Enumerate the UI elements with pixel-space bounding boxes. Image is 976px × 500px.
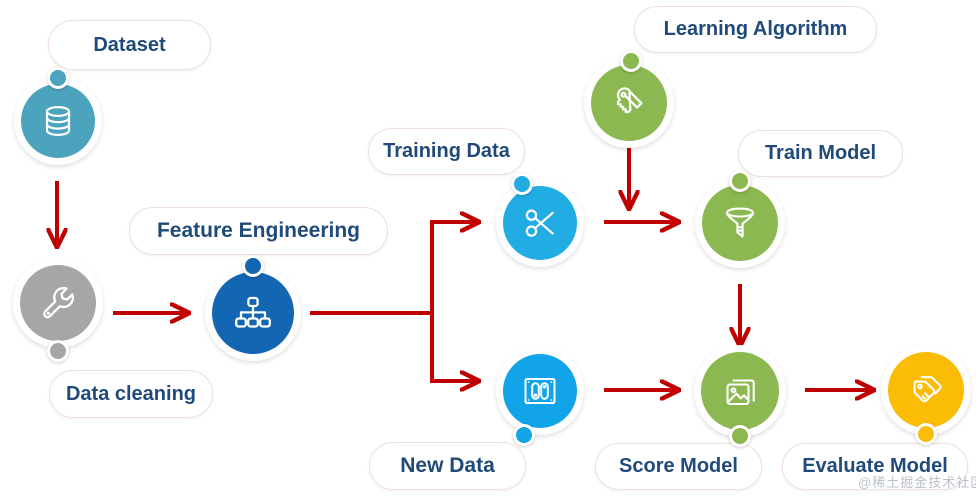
node-score-model[interactable] [694,345,786,447]
watermark: @稀土掘金技术社区 [858,475,976,490]
label-data-cleaning[interactable]: Data cleaning [49,370,213,418]
node-new-data-disc [503,354,577,428]
diagram-canvas: Dataset Data cleaning Feature Engineerin… [0,0,976,500]
hierarchy-icon [235,296,271,328]
switch-panel-icon [524,378,556,404]
node-new-data[interactable] [496,347,584,446]
node-dataset-anchor-dot [47,67,69,89]
images-icon [726,379,755,406]
label-new-data-text: New Data [400,454,495,477]
node-dataset-disc [21,84,95,158]
node-train-model-anchor-dot [729,170,751,192]
tags-icon [913,376,942,403]
label-dataset[interactable]: Dataset [48,20,211,70]
node-score-model-anchor-dot [729,425,751,447]
node-data-cleaning[interactable] [13,258,103,362]
label-data-cleaning-text: Data cleaning [65,382,197,405]
label-train-model-text: Train Model [764,142,877,164]
node-data-cleaning-anchor-dot [47,340,69,362]
label-score-model[interactable]: Score Model [595,443,762,490]
node-train-model[interactable] [695,170,785,268]
label-learning-algorithm[interactable]: Learning Algorithm [634,6,877,53]
label-feature-engineering-text: Feature Engineering [156,219,361,242]
label-feature-engineering[interactable]: Feature Engineering [129,207,388,255]
node-training-data-disc [503,186,577,260]
node-learning-algorithm[interactable] [584,50,674,148]
label-training-data-text: Training Data [383,140,510,162]
key-icon [616,87,643,114]
node-score-model-disc [701,352,779,430]
node-training-data-anchor-dot [511,173,533,195]
node-feature-engineering-disc [212,272,294,354]
node-train-model-disc [702,185,778,261]
node-feature-engineering[interactable] [205,255,301,361]
wrench-icon [43,286,74,319]
node-feature-engineering-anchor-dot [242,255,264,277]
node-learning-algorithm-anchor-dot [620,50,642,72]
label-learning-algorithm-text: Learning Algorithm [663,18,848,40]
node-data-cleaning-disc [20,265,96,341]
node-evaluate-model-anchor-dot [915,423,937,445]
node-training-data[interactable] [496,173,584,267]
node-learning-algorithm-disc [591,65,667,141]
label-score-model-text: Score Model [619,455,738,477]
label-training-data[interactable]: Training Data [368,128,525,175]
label-train-model[interactable]: Train Model [738,130,903,177]
node-dataset[interactable] [14,67,102,165]
node-evaluate-model-disc [888,352,964,428]
label-new-data[interactable]: New Data [369,442,526,490]
scissors-icon [525,209,554,237]
label-dataset-text: Dataset [93,33,166,56]
database-icon [45,105,71,137]
node-new-data-anchor-dot [513,424,535,446]
funnel-icon [725,207,755,238]
edge-branch-to-new-data [430,313,478,381]
edge-branch-to-training-data [430,222,478,313]
node-evaluate-model[interactable] [881,345,971,445]
